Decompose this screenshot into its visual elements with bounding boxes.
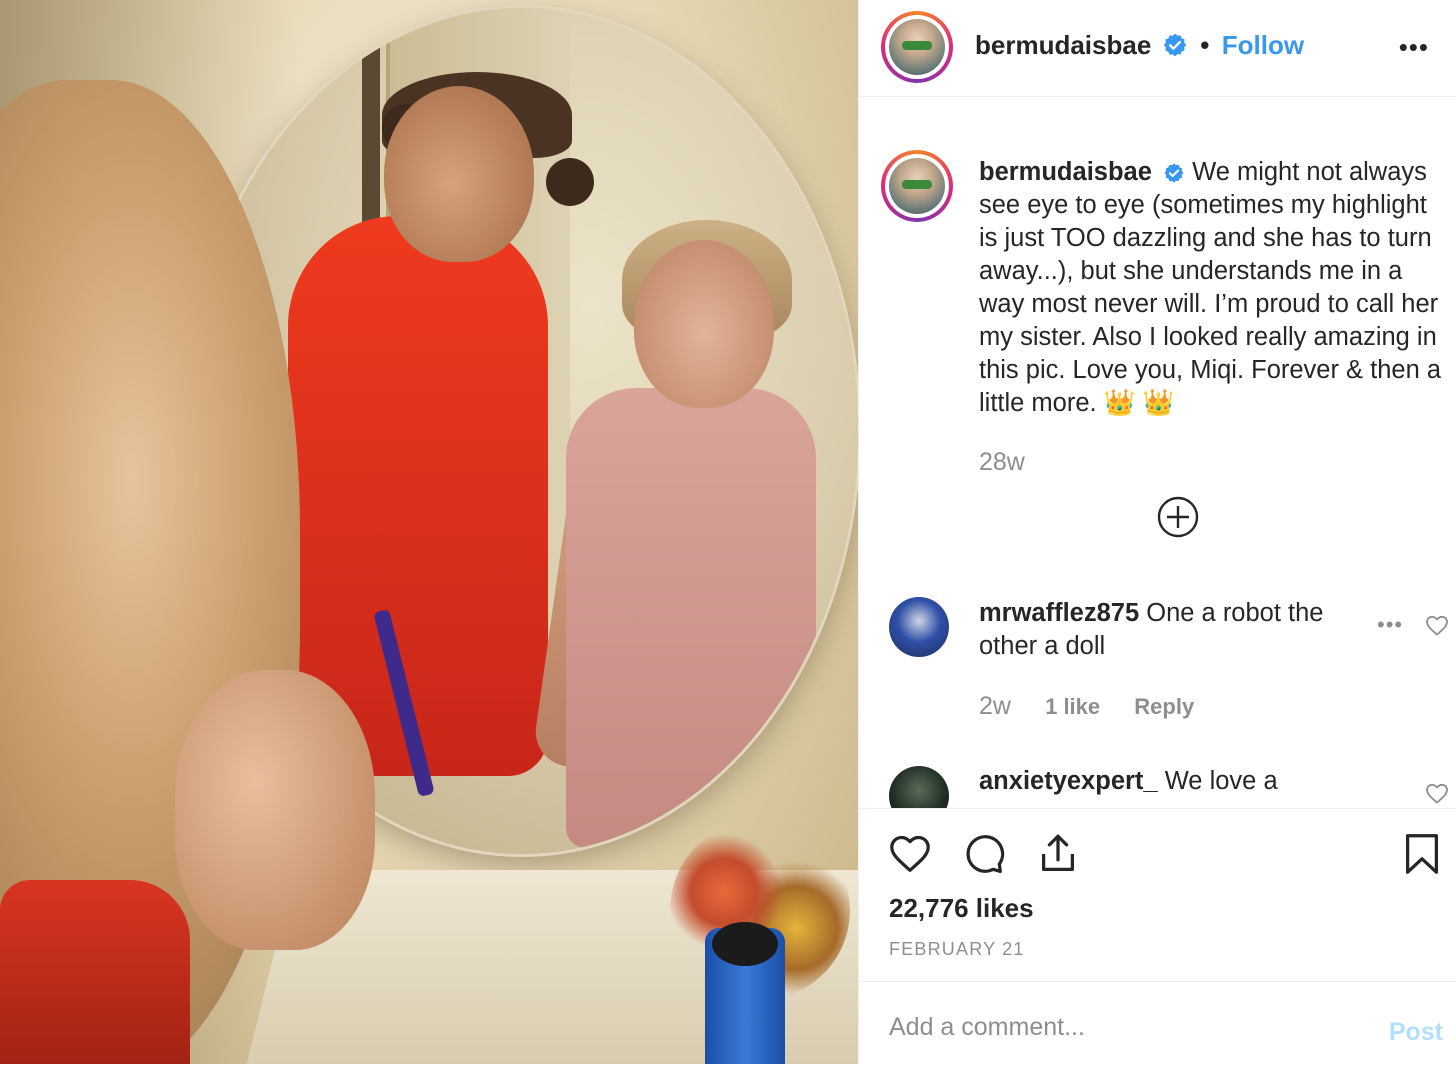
comment-item: mrwafflez875 One a robot the other a dol… [979,597,1379,663]
comment-username[interactable]: anxietyexpert_ [979,767,1158,795]
post-actions: 22,776 likes FEBRUARY 21 Post [859,808,1456,1065]
comment-reply-button[interactable]: Reply [1134,694,1194,719]
post-comment-button[interactable]: Post [1389,1018,1443,1047]
comment-bubble-icon[interactable] [961,831,1007,877]
add-comment-input[interactable] [887,1006,1331,1048]
author-username[interactable]: bermudaisbae [975,30,1151,60]
post-photo[interactable] [0,0,858,1064]
comment-composer: Post [859,981,1456,1066]
comment-text: We love a [1164,767,1278,795]
hair-bun [546,158,594,206]
avatar-border [885,15,949,79]
comment-body: anxietyexpert_ We love a [979,765,1379,798]
like-heart-icon[interactable] [887,831,933,877]
share-upload-icon[interactable] [1035,831,1081,877]
load-more-comments-icon[interactable] [1157,496,1199,538]
comment-timestamp[interactable]: 2w [979,692,1011,720]
comment-options-icon[interactable]: ••• [1377,612,1403,638]
comment-like-heart-icon[interactable] [1425,614,1449,638]
sunglasses-shape [902,41,932,50]
caption-text: We might not always see eye to eye (some… [979,158,1442,417]
save-bookmark-icon[interactable] [1399,831,1445,877]
header-title: bermudaisbae • Follow [975,30,1304,61]
verified-badge-icon [1164,163,1184,183]
comment-username[interactable]: mrwafflez875 [979,599,1139,627]
figure-red-face [384,86,534,262]
sunglasses-shape [902,180,932,189]
more-options-icon[interactable]: ••• [1399,32,1429,63]
comment-meta: 2w 1 like Reply [979,692,1222,721]
post-sidebar: bermudaisbae • Follow ••• bermudaisbae W… [858,0,1456,1065]
post-date[interactable]: FEBRUARY 21 [889,939,1025,960]
bottle-cap [712,922,778,966]
follow-button[interactable]: Follow [1222,30,1304,60]
comment-item-partial: anxietyexpert_ We love a [859,740,1456,808]
verified-badge-icon [1163,33,1187,57]
caption-avatar[interactable] [881,150,953,222]
commenter-avatar[interactable] [889,766,949,808]
comment-like-count[interactable]: 1 like [1045,694,1100,719]
commenter-avatar[interactable] [889,597,949,657]
foreground-hand [175,670,375,950]
post-header: bermudaisbae • Follow ••• [859,0,1456,97]
avatar-image [889,19,945,75]
author-avatar[interactable] [881,11,953,83]
avatar-image [889,158,945,214]
foreground-red-sleeve [0,880,190,1064]
caption-username[interactable]: bermudaisbae [979,158,1152,186]
figure-pink-dress [566,388,816,848]
avatar-border [885,154,949,218]
separator-dot: • [1200,30,1210,60]
caption-timestamp[interactable]: 28w [979,448,1025,477]
comment-like-heart-icon[interactable] [1425,782,1449,806]
like-count[interactable]: 22,776 likes [889,893,1034,924]
post-caption: bermudaisbae We might not always see eye… [979,156,1449,420]
figure-pink-face [634,240,774,408]
